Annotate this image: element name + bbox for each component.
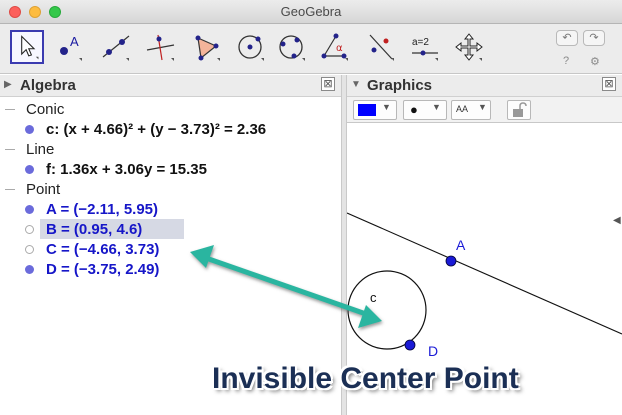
visibility-toggle[interactable] — [25, 265, 34, 274]
point-D[interactable] — [404, 339, 416, 351]
group-header-point: Point — [26, 181, 61, 198]
object-definition: D = (−3.75, 2.49) — [46, 261, 160, 278]
redo-button[interactable]: ↷ — [583, 30, 605, 46]
circle-tool-button[interactable] — [234, 30, 268, 64]
chevron-down-icon: ▼ — [432, 102, 441, 112]
settings-icon[interactable]: ⚙ — [590, 55, 600, 68]
object-definition: c: (x + 4.66)² + (y − 3.73)² = 2.36 — [46, 121, 267, 138]
point-style-button[interactable]: ● ▼ — [403, 100, 447, 120]
label-A: A — [456, 237, 466, 253]
move-tool-button[interactable] — [10, 30, 44, 64]
color-swatch — [358, 104, 376, 116]
object-definition: A = (−2.11, 5.95) — [46, 201, 159, 218]
point-style-icon: ● — [410, 102, 418, 117]
visibility-toggle[interactable] — [25, 125, 34, 134]
angle-icon: α — [321, 33, 348, 61]
expand-side-icon[interactable]: ◀ — [613, 215, 621, 226]
polygon-tool-button[interactable] — [190, 30, 224, 64]
line-tool-button[interactable] — [99, 30, 133, 64]
slider-icon: a=2 — [412, 37, 438, 61]
undo-button[interactable]: ↶ — [556, 30, 578, 46]
object-definition: f: 1.36x + 3.06y = 15.35 — [46, 161, 207, 178]
unlock-icon — [513, 102, 527, 117]
polygon-icon — [195, 35, 220, 61]
collapse-conic-icon[interactable] — [5, 109, 15, 110]
angle-tool-label: α — [336, 43, 343, 54]
algebra-close-button[interactable]: ⊠ — [321, 77, 335, 91]
line-f[interactable] — [347, 212, 622, 335]
group-header-line: Line — [26, 141, 55, 158]
point-tool-label: A — [70, 34, 79, 49]
circle-three-points-tool-button[interactable] — [275, 30, 309, 64]
circle-c[interactable] — [347, 270, 427, 350]
graphics-panel-header: ▼ Graphics ⊠ — [347, 75, 622, 97]
collapse-arrow-icon[interactable]: ▼ — [351, 79, 361, 90]
line-icon — [102, 35, 130, 61]
slider-tool-label: a=2 — [412, 37, 429, 48]
angle-tool-button[interactable]: α — [318, 30, 352, 64]
collapse-arrow-icon[interactable]: ▶ — [4, 79, 12, 90]
reflect-line-icon — [369, 34, 394, 61]
point-A[interactable] — [445, 255, 457, 267]
circle-center-point-icon — [238, 35, 264, 61]
point-icon: A — [60, 34, 82, 61]
slider-tool-button[interactable]: a=2 — [408, 30, 442, 64]
chevron-down-icon: ▼ — [382, 102, 391, 112]
point-tool-button[interactable]: A — [52, 30, 86, 64]
visibility-toggle[interactable] — [25, 165, 34, 174]
collapse-line-icon[interactable] — [5, 149, 15, 150]
color-picker-button[interactable]: ▼ — [353, 100, 397, 120]
algebra-panel-header: ▶ Algebra ⊠ — [0, 75, 341, 97]
object-definition: C = (−4.66, 3.73) — [46, 241, 160, 258]
perpendicular-tool-button[interactable] — [144, 30, 178, 64]
arrow-cursor-icon — [21, 35, 39, 60]
chevron-down-icon: ▼ — [478, 102, 487, 112]
graphics-close-button[interactable]: ⊠ — [602, 77, 616, 91]
perpendicular-line-icon — [146, 34, 175, 61]
move-view-tool-button[interactable] — [452, 30, 486, 64]
label-style-icon: AA — [456, 104, 469, 114]
toolbar: A α a=2 ↶ ↷ ? ⚙ — [0, 24, 622, 74]
label-c: c — [370, 290, 377, 305]
visibility-toggle[interactable] — [25, 225, 34, 234]
collapse-point-icon[interactable] — [5, 189, 15, 190]
visibility-toggle[interactable] — [25, 205, 34, 214]
window-title: GeoGebra — [280, 4, 342, 19]
circle-three-points-icon — [279, 35, 305, 61]
annotation-label: Invisible Center Point — [212, 362, 519, 395]
reflect-tool-button[interactable] — [364, 30, 398, 64]
label-D: D — [428, 343, 438, 359]
object-definition: B = (0.95, 4.6) — [46, 221, 143, 238]
algebra-title: Algebra — [20, 77, 76, 94]
lock-button[interactable] — [507, 100, 531, 120]
graphics-style-bar: ▼ ● ▼ AA ▼ — [347, 97, 622, 123]
title-bar: GeoGebra — [0, 0, 622, 24]
move-graphics-view-icon — [455, 33, 483, 61]
help-icon[interactable]: ? — [563, 55, 569, 67]
group-header-conic: Conic — [26, 101, 65, 118]
label-style-button[interactable]: AA ▼ — [451, 100, 491, 120]
visibility-toggle[interactable] — [25, 245, 34, 254]
graphics-title: Graphics — [367, 77, 433, 94]
